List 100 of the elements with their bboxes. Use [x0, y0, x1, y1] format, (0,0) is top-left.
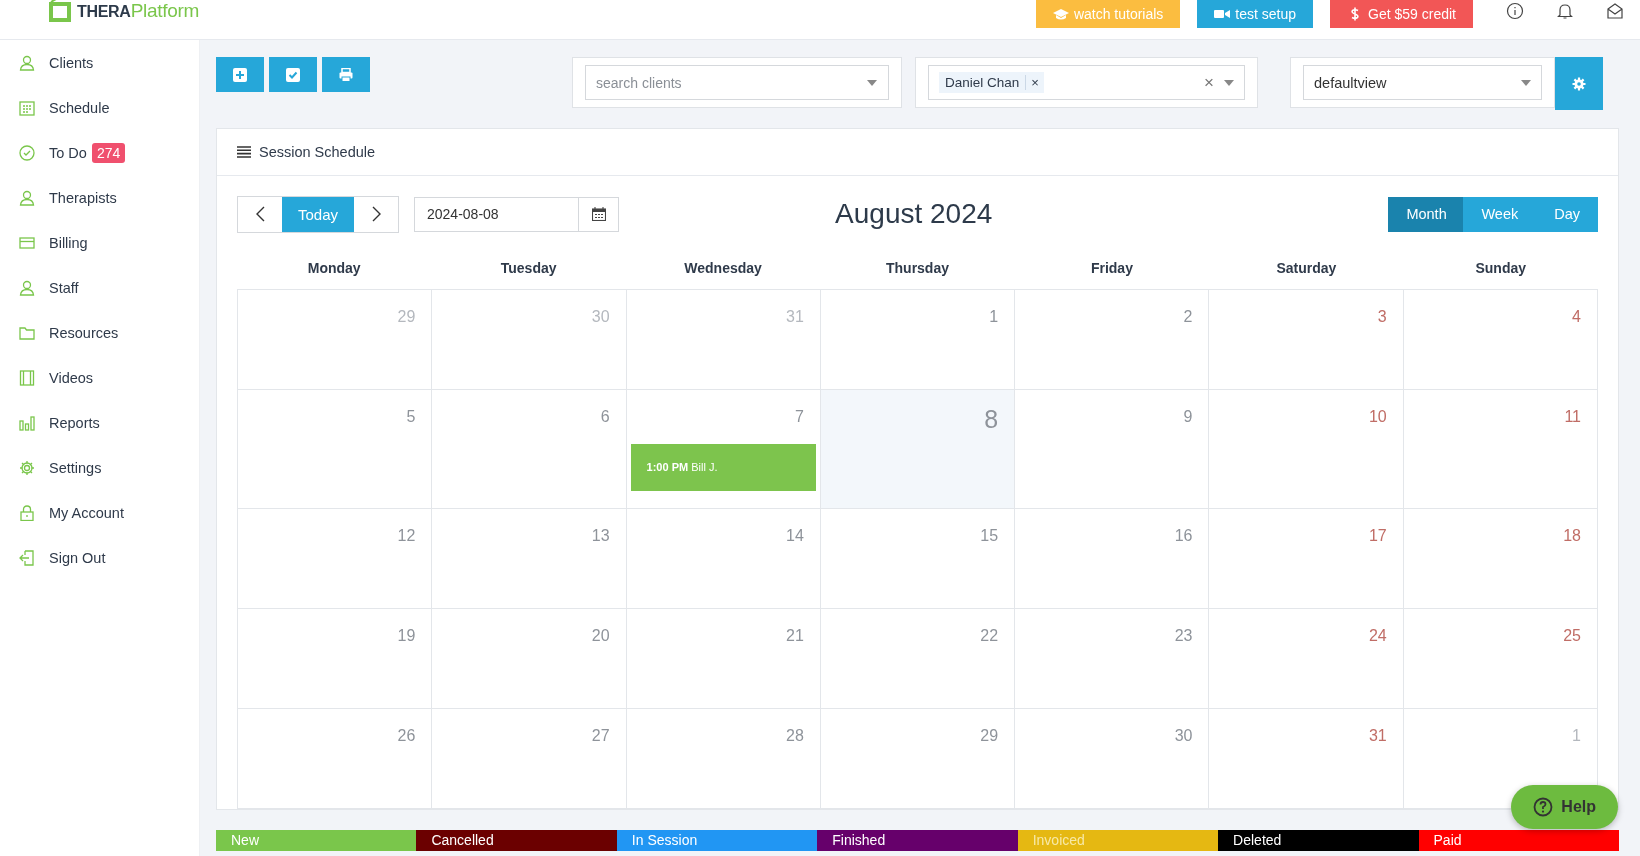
calendar-icon: [591, 207, 606, 221]
day-number: 31: [786, 308, 804, 326]
weekday-header: Sunday: [1474, 260, 1528, 278]
calendar-icon: [19, 99, 35, 116]
day-number: 9: [1183, 408, 1193, 426]
day-number: 21: [786, 627, 804, 645]
add-button[interactable]: [216, 57, 264, 92]
status-legend-item: In Session: [616, 830, 818, 851]
film-icon: [19, 369, 35, 386]
tag-label: Daniel Chan: [945, 75, 1020, 90]
day-number: 10: [1368, 408, 1387, 426]
day-number: 28: [786, 727, 804, 745]
day-number: 20: [591, 627, 610, 645]
day-number: 18: [1563, 527, 1581, 545]
day-number: 3: [1377, 308, 1387, 326]
day-number: 22: [980, 627, 999, 645]
plus-square-icon: [233, 67, 247, 82]
logo-text: THERAPlatform: [77, 0, 199, 22]
day-number: 1: [989, 308, 999, 326]
weekday-header: Monday: [306, 260, 362, 278]
credit-card-icon: [19, 234, 35, 251]
day-number: 24: [1368, 627, 1387, 645]
count-badge: 274: [91, 142, 126, 163]
sidebar-item[interactable]: Therapists: [0, 175, 199, 220]
status-legend-item: Deleted: [1218, 830, 1419, 851]
day-number: 13: [591, 527, 610, 545]
day-number: 19: [397, 627, 416, 645]
sidebar-item[interactable]: Clients: [0, 40, 199, 85]
day-number: 5: [406, 408, 416, 426]
weekday-header: Thursday: [885, 260, 950, 278]
day-number: 15: [980, 527, 999, 545]
sidebar-item[interactable]: Sign Out: [0, 535, 199, 580]
day-number: 23: [1174, 627, 1193, 645]
weekday-header: Tuesday: [499, 260, 558, 278]
day-number: 17: [1368, 527, 1387, 545]
person-icon: [19, 189, 35, 206]
day-number: 7: [794, 408, 804, 426]
printer-icon: [339, 67, 353, 82]
bar-chart-icon: [19, 414, 35, 431]
sidebar-item[interactable]: My Account: [0, 490, 199, 535]
view-select[interactable]: defaultview: [1303, 65, 1542, 100]
remove-tag-button[interactable]: ×: [1025, 75, 1039, 90]
sidebar-item[interactable]: Settings: [0, 445, 199, 490]
print-button[interactable]: [322, 57, 370, 92]
bell-icon: [1556, 2, 1574, 20]
person-icon: [19, 54, 35, 71]
day-number: 29: [980, 727, 999, 745]
status-legend-item: New: [216, 830, 417, 851]
person-icon: [19, 279, 35, 296]
date-field[interactable]: 2024-08-08: [414, 196, 579, 232]
folder-icon: [19, 324, 35, 341]
status-legend-item: Paid: [1418, 830, 1619, 851]
caret-icon: [1521, 79, 1531, 86]
logo-icon: [48, 0, 74, 23]
sign-out-icon: [19, 549, 35, 566]
weekday-header: Saturday: [1275, 260, 1338, 278]
check-button[interactable]: [269, 57, 317, 92]
day-number: 27: [591, 727, 610, 745]
day-number: 16: [1174, 527, 1193, 545]
day-number: 30: [591, 308, 610, 326]
sidebar-item[interactable]: Billing: [0, 220, 199, 265]
calendar-button[interactable]: [579, 196, 619, 232]
list-icon: [237, 146, 251, 158]
settings-icon: [1572, 76, 1586, 91]
card-title: Session Schedule: [259, 144, 376, 160]
clear-button[interactable]: ×: [1204, 72, 1214, 93]
sidebar-item[interactable]: Videos: [0, 355, 199, 400]
sidebar-item[interactable]: Reports: [0, 400, 199, 445]
lock-icon: [19, 504, 35, 521]
graduation-cap-icon: [1052, 7, 1069, 21]
status-legend-item: Invoiced: [1017, 830, 1219, 851]
video-camera-icon: [1214, 7, 1231, 21]
client-select[interactable]: Daniel Chan × ×: [928, 65, 1245, 100]
day-number: 25: [1563, 627, 1581, 645]
day-number: 31: [1368, 727, 1387, 745]
day-number: 29: [397, 308, 416, 326]
settings-button[interactable]: [1555, 57, 1603, 110]
chevron-right-icon: [371, 206, 381, 222]
sidebar-item[interactable]: Staff: [0, 265, 199, 310]
day-number: 1: [1572, 727, 1581, 745]
chevron-left-icon: [255, 206, 265, 222]
status-legend-item: Cancelled: [416, 830, 617, 851]
sidebar-item[interactable]: Schedule: [0, 85, 199, 130]
day-number: 26: [397, 727, 416, 745]
day-number: 12: [397, 527, 416, 545]
question-circle-icon: [1533, 797, 1554, 817]
check-circle-icon: [19, 144, 35, 161]
settings-icon: [19, 459, 35, 476]
caret-icon: [867, 80, 877, 86]
search-field[interactable]: search clients: [585, 65, 889, 100]
sidebar-item[interactable]: Resources: [0, 310, 199, 355]
day-number: 11: [1564, 408, 1581, 426]
day-number: 30: [1174, 727, 1193, 745]
envelope-icon: [1606, 2, 1624, 20]
day-number: 2: [1183, 308, 1193, 326]
check-square-icon: [286, 67, 300, 82]
help-button[interactable]: Help: [1511, 785, 1618, 829]
sidebar-item[interactable]: To Do 274: [0, 130, 199, 175]
view-tab[interactable]: Month: [1388, 196, 1464, 232]
day-number: 6: [600, 408, 610, 426]
